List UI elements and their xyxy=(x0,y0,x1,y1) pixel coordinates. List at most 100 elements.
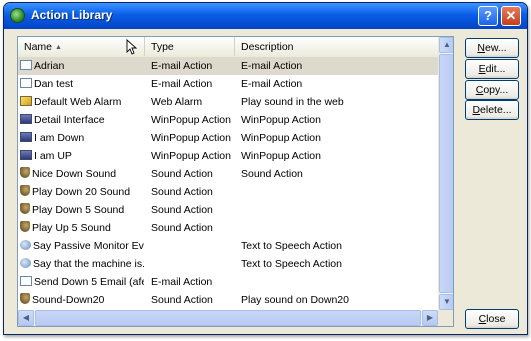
copy-button-label: opy... xyxy=(483,84,509,96)
list-item-name-cell: Default Web Alarm xyxy=(20,93,144,111)
new-button-accelerator: N xyxy=(477,42,485,54)
list-item[interactable]: Detail Interface WinPopup Action WinPopup … xyxy=(18,111,438,129)
column-header-type[interactable]: Type xyxy=(145,37,235,56)
list-item-type: Web Alarm xyxy=(151,96,203,108)
delete-button[interactable]: Delete... xyxy=(465,100,519,120)
edit-button-label: dit... xyxy=(485,63,506,75)
list-item[interactable]: Sound-Down20 Sound Action Play sound on Do… xyxy=(18,291,438,309)
list-item-description: Play sound on Down20 xyxy=(241,294,349,306)
vertical-scroll-thumb[interactable] xyxy=(439,54,453,293)
list-item[interactable]: Say Passive Monitor Ev... Text to Speech … xyxy=(18,237,438,255)
list-item-name-cell: Nice Down Sound xyxy=(20,165,144,183)
list-item-name: Play Down 5 Sound xyxy=(32,204,125,216)
action-library-dialog: Action Library ? ✕ Name ▲ Type Descriptio… xyxy=(3,2,528,335)
close-button[interactable]: Close xyxy=(465,309,519,329)
sound-icon xyxy=(20,293,30,304)
horizontal-scrollbar[interactable]: ◀ ▶ xyxy=(18,310,438,326)
list-item-description: Text to Speech Action xyxy=(241,258,342,270)
list-item-type: Sound Action xyxy=(151,186,213,198)
scroll-up-button[interactable]: ▲ xyxy=(439,37,453,53)
edit-button[interactable]: Edit... xyxy=(465,59,519,79)
list-item-description: WinPopup Action xyxy=(241,150,321,162)
list-item-name-cell: Say that the machine is... xyxy=(20,255,144,273)
list-item-name: Sound-Down20 xyxy=(32,294,105,306)
action-list[interactable]: Name ▲ Type Description Adrian E-mail Acti… xyxy=(17,36,454,327)
list-item[interactable]: Send Down 5 Email (afe... E-mail Action xyxy=(18,273,438,291)
sound-icon xyxy=(20,203,30,214)
list-item-name: Say that the machine is... xyxy=(33,258,144,270)
list-item-description xyxy=(241,183,437,201)
list-item-description xyxy=(241,273,437,291)
new-button[interactable]: New... xyxy=(465,38,519,58)
envelope-icon xyxy=(20,276,32,286)
scrollbar-corner xyxy=(438,310,453,326)
list-item-name-cell: Play Down 20 Sound xyxy=(20,183,144,201)
list-item-description xyxy=(241,219,437,237)
envelope-icon xyxy=(20,60,32,70)
winpopup-icon xyxy=(20,114,32,124)
list-item-type xyxy=(151,237,235,255)
list-item-name: Say Passive Monitor Ev... xyxy=(33,240,144,252)
list-item-type: Sound Action xyxy=(151,222,213,234)
scroll-down-button[interactable]: ▼ xyxy=(439,294,453,310)
web-alarm-icon xyxy=(20,96,32,106)
close-button-label: lose xyxy=(486,313,506,325)
list-rows: Adrian E-mail Action E-mail Action Dan test… xyxy=(18,57,438,309)
list-item-name: Adrian xyxy=(34,60,65,72)
list-item-name: Play Down 20 Sound xyxy=(32,186,131,198)
delete-button-accelerator: D xyxy=(472,104,481,116)
edit-button-accelerator: E xyxy=(478,63,486,75)
sort-ascending-icon: ▲ xyxy=(55,44,62,51)
list-item-description: WinPopup Action xyxy=(241,132,321,144)
list-item-name-cell: Send Down 5 Email (afe... xyxy=(20,273,144,291)
close-window-button[interactable]: ✕ xyxy=(501,6,521,26)
list-item[interactable]: Say that the machine is... Text to Speech… xyxy=(18,255,438,273)
list-item-name: Detail Interface xyxy=(34,114,105,126)
list-item-name: I am UP xyxy=(34,150,72,162)
scroll-right-button[interactable]: ▶ xyxy=(422,310,438,326)
horizontal-scroll-thumb[interactable] xyxy=(35,310,421,326)
list-item-description: E-mail Action xyxy=(241,78,303,90)
column-header-description[interactable]: Description xyxy=(235,37,438,56)
scroll-left-button[interactable]: ◀ xyxy=(18,310,34,326)
list-item-description: Play sound in the web xyxy=(241,96,344,108)
list-item[interactable]: Nice Down Sound Sound Action Sound Action xyxy=(18,165,438,183)
sound-icon xyxy=(20,185,30,196)
list-item[interactable]: Dan test E-mail Action E-mail Action xyxy=(18,75,438,93)
list-item-type: E-mail Action xyxy=(151,60,213,72)
vertical-scrollbar[interactable]: ▲ ▼ xyxy=(438,37,453,310)
list-item[interactable]: I am Down WinPopup Action WinPopup Action xyxy=(18,129,438,147)
list-item-description: Text to Speech Action xyxy=(241,240,342,252)
list-item[interactable]: Play Up 5 Sound Sound Action xyxy=(18,219,438,237)
list-item-type: WinPopup Action xyxy=(151,114,231,126)
new-button-label: ew... xyxy=(484,42,507,54)
winpopup-icon xyxy=(20,150,32,160)
list-item-type: WinPopup Action xyxy=(151,132,231,144)
mouse-pointer-icon xyxy=(126,39,138,55)
delete-button-label: elete... xyxy=(480,104,512,116)
column-header-name-label: Name xyxy=(24,41,53,53)
list-item-name-cell: I am Down xyxy=(20,129,144,147)
list-item-type: Sound Action xyxy=(151,168,213,180)
help-button[interactable]: ? xyxy=(478,6,498,26)
list-item-name-cell: Say Passive Monitor Ev... xyxy=(20,237,144,255)
title-bar[interactable]: Action Library ? ✕ xyxy=(4,3,527,29)
list-item-name: Send Down 5 Email (afe... xyxy=(34,276,144,288)
list-item[interactable]: Play Down 5 Sound Sound Action xyxy=(18,201,438,219)
list-item-name-cell: Play Down 5 Sound xyxy=(20,201,144,219)
list-item[interactable]: Adrian E-mail Action E-mail Action xyxy=(18,57,438,75)
app-icon xyxy=(10,8,25,23)
list-item[interactable]: Play Down 20 Sound Sound Action xyxy=(18,183,438,201)
list-item-name-cell: Dan test xyxy=(20,75,144,93)
list-item-name-cell: Detail Interface xyxy=(20,111,144,129)
list-item-name-cell: I am UP xyxy=(20,147,144,165)
list-item[interactable]: I am UP WinPopup Action WinPopup Action xyxy=(18,147,438,165)
list-item-description: E-mail Action xyxy=(241,60,303,72)
list-item-name: Play Up 5 Sound xyxy=(32,222,111,234)
list-item-description: WinPopup Action xyxy=(241,114,321,126)
list-item-name: Nice Down Sound xyxy=(32,168,117,180)
copy-button[interactable]: Copy... xyxy=(465,80,519,100)
list-item-type: Sound Action xyxy=(151,204,213,216)
list-item[interactable]: Default Web Alarm Web Alarm Play sound in … xyxy=(18,93,438,111)
list-item-type xyxy=(151,255,235,273)
